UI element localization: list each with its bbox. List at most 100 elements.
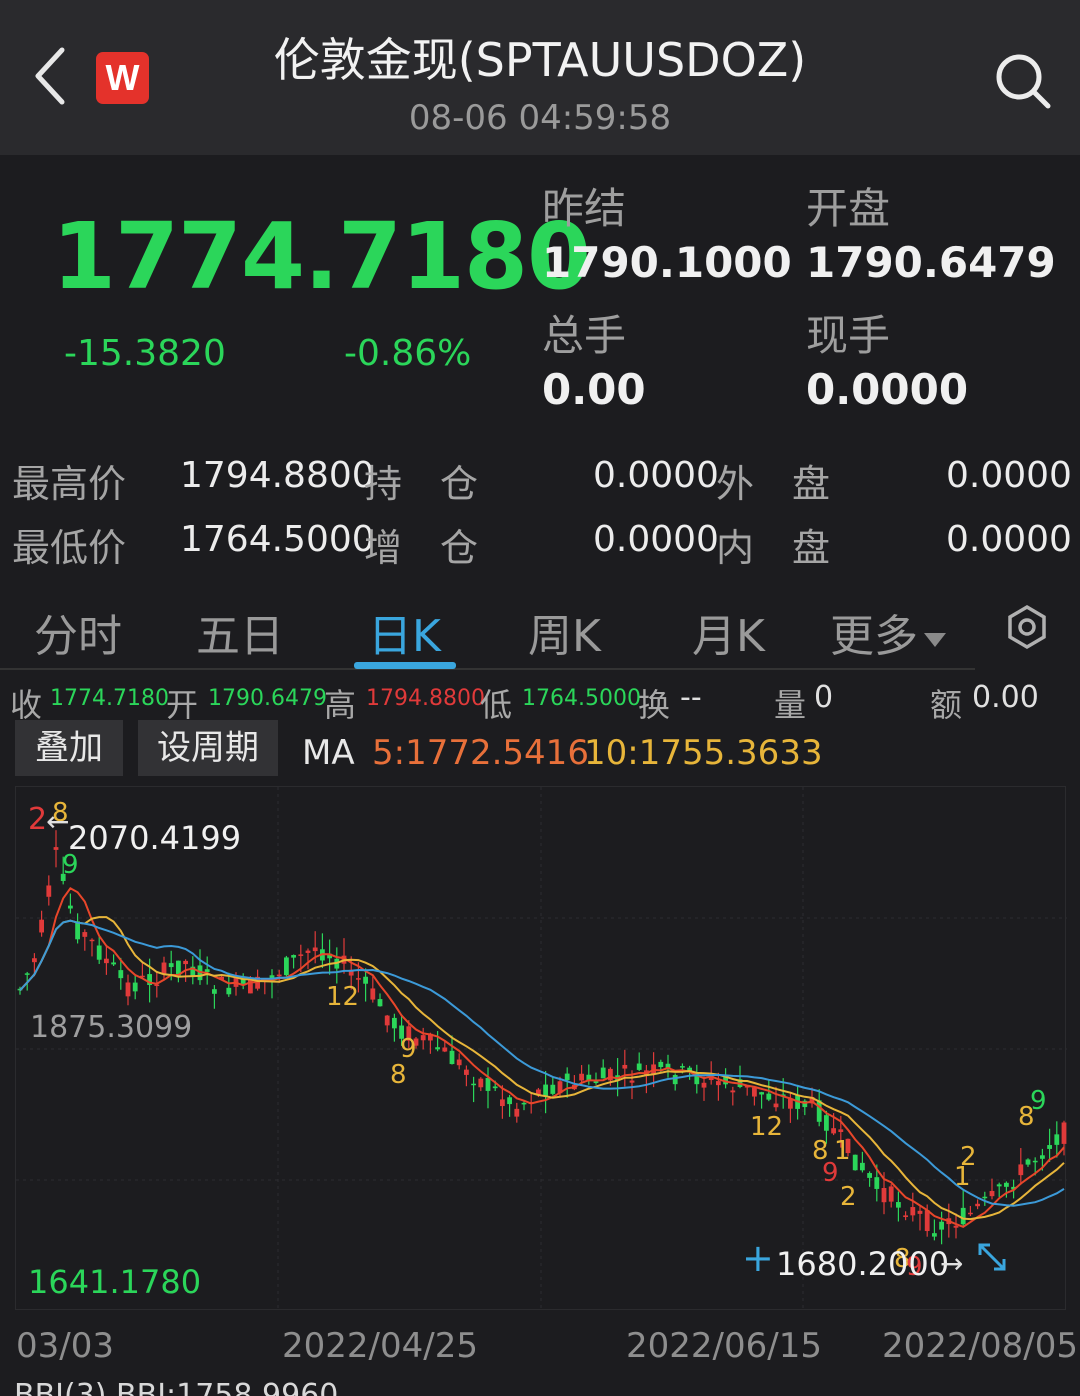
low-marker-label: 1680.2000 <box>776 1245 949 1283</box>
candle-body <box>464 1069 469 1075</box>
outer-value: 0.0000 <box>946 455 1072 496</box>
low-key: 低 <box>480 686 513 724</box>
candle-body <box>867 1173 872 1178</box>
open-value: 1790.6479 <box>806 238 1056 287</box>
overlay-button[interactable]: 叠加 <box>15 720 123 776</box>
inner-label: 内 盘 <box>716 526 831 570</box>
set-period-button[interactable]: 设周期 <box>138 720 278 776</box>
expand-icon[interactable] <box>978 1243 1006 1271</box>
x-tick-label: 03/03 <box>16 1326 114 1366</box>
candle-body <box>888 1186 894 1202</box>
candle-body <box>1047 1145 1052 1149</box>
search-icon[interactable] <box>992 50 1054 112</box>
candle-body <box>492 1086 498 1089</box>
td-count-label: 9 <box>822 1158 839 1188</box>
candle-body <box>953 1225 959 1228</box>
candle-body <box>471 1083 476 1086</box>
x-tick-label: 2022/04/25 <box>282 1326 478 1366</box>
candle-body <box>1032 1160 1038 1163</box>
y-top-label-red: 2 <box>28 802 47 837</box>
candle-body <box>543 1084 548 1097</box>
candle-body <box>168 963 174 968</box>
indicator-readout: BBI(3) BBI:1758.9960 <box>14 1378 339 1396</box>
candle-body <box>32 958 37 963</box>
tab-more-label: 更多 <box>830 611 918 662</box>
candle-body <box>204 969 210 973</box>
tab-monthly-k[interactable]: 月K <box>692 600 765 664</box>
candle-body <box>53 847 59 850</box>
high-value-row: 1794.8800 <box>366 686 485 711</box>
quote-timestamp: 08-06 04:59:58 <box>408 98 672 138</box>
kline-svg[interactable]: 891298128 192218989 2 ← 2070.4199 1875.30… <box>16 787 1067 1311</box>
candle-body <box>903 1215 908 1218</box>
ma5-value: 5:1772.5416 <box>372 733 589 773</box>
candle-body <box>118 970 124 979</box>
tab-more[interactable]: 更多 <box>830 600 948 664</box>
candle-body <box>1025 1159 1031 1165</box>
current-volume-value: 0.0000 <box>806 365 969 414</box>
candle-body <box>1004 1182 1009 1187</box>
candle-body <box>276 974 282 977</box>
candle-body <box>384 1015 390 1026</box>
candle-body <box>932 1233 937 1237</box>
high-key: 高 <box>324 686 357 724</box>
candle-body <box>24 973 30 975</box>
candle-body <box>68 905 73 909</box>
tab-daily-k[interactable]: 日K <box>368 600 441 664</box>
candle-body <box>622 1064 628 1069</box>
volume-key: 量 <box>774 686 807 724</box>
candle-body <box>212 989 217 994</box>
settings-icon[interactable] <box>1004 604 1050 650</box>
turnover-value: -- <box>680 680 702 715</box>
candle-body <box>291 955 296 958</box>
y-max-label: 2070.4199 <box>68 819 241 857</box>
current-volume-label: 现手 <box>806 311 891 360</box>
candle-body <box>500 1099 505 1107</box>
candle-body <box>831 1128 836 1134</box>
candle-body <box>442 1047 448 1052</box>
inner-value: 0.0000 <box>946 519 1072 560</box>
candle-body <box>730 1090 736 1093</box>
high-value: 1794.8800 <box>180 455 375 496</box>
candle-body <box>96 945 102 960</box>
candle-body <box>629 1080 635 1083</box>
kline-chart[interactable]: 8 9 12 9 8 12 8 1 9 2 2 1 8 9 8 9 2 ← 2070.4199 1875.30… <box>15 786 1067 1311</box>
candle-body <box>377 999 383 1007</box>
page-title: 伦敦金现(SPTAUUSDOZ) <box>273 33 807 87</box>
x-tick-label: 2022/06/15 <box>626 1326 822 1366</box>
td-count-label: 12 <box>326 982 359 1012</box>
open-value-row: 1790.6479 <box>208 686 327 711</box>
annotations: 891298128 192218989 <box>52 798 1047 1282</box>
candle-body <box>1018 1164 1024 1176</box>
tab-intraday[interactable]: 分时 <box>34 600 122 664</box>
low-label: 最低价 <box>12 526 127 570</box>
turnover-key: 换 <box>638 686 671 724</box>
candle-body <box>89 939 95 942</box>
tab-five-day[interactable]: 五日 <box>196 600 284 664</box>
candle-body <box>752 1087 757 1097</box>
candle-body <box>226 987 232 995</box>
candle-body <box>111 962 116 965</box>
prev-settle-value: 1790.1000 <box>542 238 792 287</box>
candle-body <box>550 1084 556 1094</box>
open-label: 开盘 <box>806 184 891 233</box>
candle-body <box>982 1196 988 1199</box>
candle-body <box>284 957 289 976</box>
candle-body <box>600 1067 606 1079</box>
period-tabs: 分时 五日 日K 周K 月K 更多 <box>0 590 975 670</box>
candle-body <box>46 885 52 897</box>
candle-body <box>917 1210 923 1214</box>
td-count-label: 8 <box>390 1060 407 1090</box>
candle-body <box>881 1188 887 1203</box>
arrow-left-icon: ← <box>46 805 69 838</box>
y-mid-label: 1875.3099 <box>30 1010 192 1045</box>
quote-panel: 1774.7180 -15.3820 -0.86% 昨结 1790.1000 开… <box>0 155 1080 585</box>
tab-weekly-k[interactable]: 周K <box>528 600 601 664</box>
ma-label: MA <box>302 733 355 773</box>
candle-body <box>968 1212 973 1215</box>
candle-body <box>860 1162 865 1171</box>
x-tick-label: 2022/08/05 <box>882 1326 1078 1366</box>
hold-value: 0.0000 <box>593 455 719 496</box>
candle-body <box>716 1081 721 1086</box>
candle-body <box>910 1207 916 1216</box>
